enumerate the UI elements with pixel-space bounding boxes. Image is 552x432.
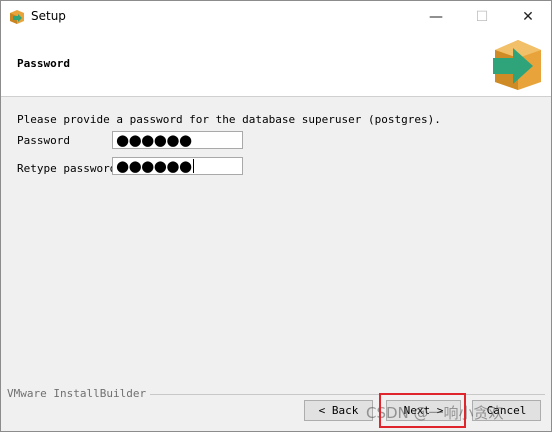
password-field[interactable]: ●●●●●● [112,131,243,149]
content-panel: Please provide a password for the databa… [1,97,551,387]
password-value: ●●●●●● [116,130,192,149]
retype-password-value: ●●●●●● [116,156,192,175]
installbuilder-box-icon [10,10,24,24]
close-button[interactable]: ✕ [505,1,551,32]
retype-password-label: Retype password [17,162,117,175]
setup-window: Setup — ☐ ✕ Password Please provide a pa… [0,0,552,432]
installer-brand: VMware InstallBuilder [7,387,151,400]
password-label: Password [17,134,70,147]
page-title: Password [17,57,70,70]
retype-password-field[interactable]: ●●●●●● [112,157,243,175]
text-caret [192,159,194,173]
page-header: Password [1,32,551,97]
title-bar: Setup — ☐ ✕ [1,1,551,32]
box-arrow-icon [493,40,541,90]
back-button[interactable]: < Back [304,400,373,421]
window-title: Setup [31,9,66,23]
minimize-button[interactable]: — [413,1,459,32]
next-highlight-box [379,393,466,428]
maximize-button[interactable]: ☐ [459,1,505,32]
intro-text: Please provide a password for the databa… [17,113,441,126]
